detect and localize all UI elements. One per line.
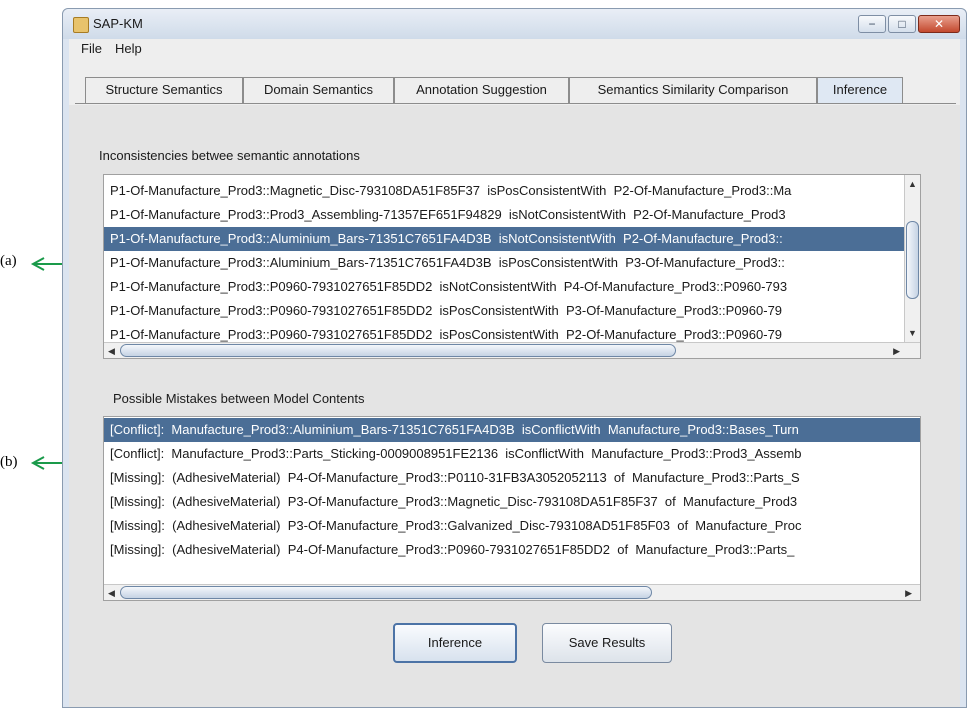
list-item[interactable]: P1-Of-Manufacture_Prod3::Magnetic_Disc-7…: [104, 179, 904, 203]
minimize-icon: −: [868, 17, 876, 31]
menu-help[interactable]: Help: [115, 41, 142, 56]
close-icon: ✕: [933, 17, 945, 31]
list-item[interactable]: P1-Of-Manufacture_Prod3::P0960-793102765…: [104, 275, 904, 299]
mistakes-horizontal-thumb[interactable]: [120, 586, 652, 599]
maximize-icon: □: [898, 17, 906, 31]
inference-button[interactable]: Inference: [393, 623, 517, 663]
scroll-left-icon[interactable]: ◀: [108, 344, 115, 358]
menu-bar: File Help: [69, 39, 960, 59]
list-item[interactable]: [Missing]: (AdhesiveMaterial) P4-Of-Manu…: [104, 538, 920, 562]
close-button[interactable]: ✕: [918, 15, 960, 33]
list-item[interactable]: P1-Of-Manufacture_Prod3::P0960-793102765…: [104, 299, 904, 323]
tab-semantics-similarity-comparison[interactable]: Semantics Similarity Comparison: [569, 77, 817, 103]
scroll-up-icon[interactable]: ▲: [908, 177, 917, 191]
tab-annotation-suggestion[interactable]: Annotation Suggestion: [394, 77, 569, 103]
list-item[interactable]: [Conflict]: Manufacture_Prod3::Aluminium…: [104, 418, 920, 442]
minimize-button[interactable]: −: [858, 15, 886, 33]
inconsistencies-vertical-thumb[interactable]: [906, 221, 919, 299]
inconsistencies-horizontal-scrollbar[interactable]: ◀ ▶: [104, 342, 920, 358]
list-item[interactable]: [Missing]: (AdhesiveMaterial) P3-Of-Manu…: [104, 490, 920, 514]
window-title: SAP-KM: [93, 16, 143, 31]
inference-panel: Inconsistencies betwee semantic annotati…: [69, 105, 960, 707]
scroll-down-icon[interactable]: ▼: [908, 326, 917, 340]
app-window: SAP-KM − □ ✕ File Help Structure Semanti…: [62, 8, 967, 708]
menu-file[interactable]: File: [81, 41, 102, 56]
save-results-button[interactable]: Save Results: [542, 623, 672, 663]
client-area: File Help Structure Semantics Domain Sem…: [69, 39, 960, 707]
list-item[interactable]: P1-Of-Manufacture_Prod3::Aluminium_Bars-…: [104, 227, 904, 251]
list-item[interactable]: P1-Of-Manufacture_Prod3::Prod3_Assemblin…: [104, 203, 904, 227]
list-item[interactable]: P1-Of-Manufacture_Prod3::Aluminium_Bars-…: [104, 251, 904, 275]
list-item[interactable]: [Missing]: (AdhesiveMaterial) P3-Of-Manu…: [104, 514, 920, 538]
mistakes-title: Possible Mistakes between Model Contents: [113, 391, 365, 406]
scroll-right-icon[interactable]: ▶: [893, 344, 900, 358]
maximize-button[interactable]: □: [888, 15, 916, 33]
scroll-left-icon[interactable]: ◀: [108, 586, 115, 600]
inconsistencies-title: Inconsistencies betwee semantic annotati…: [99, 148, 360, 163]
mistakes-horizontal-scrollbar[interactable]: ◀ ▶: [104, 584, 920, 600]
tab-divider: [75, 103, 956, 104]
inconsistencies-horizontal-thumb[interactable]: [120, 344, 676, 357]
java-app-icon: [73, 17, 89, 33]
inconsistencies-vertical-scrollbar[interactable]: ▲ ▼: [904, 175, 920, 342]
inconsistencies-list[interactable]: P1-Of-Manufacture_Prod3::Magnetic_Disc-7…: [103, 174, 921, 359]
tab-structure-semantics[interactable]: Structure Semantics: [85, 77, 243, 103]
list-item[interactable]: [Missing]: (AdhesiveMaterial) P4-Of-Manu…: [104, 466, 920, 490]
list-item[interactable]: [Conflict]: Manufacture_Prod3::Parts_Sti…: [104, 442, 920, 466]
tab-domain-semantics[interactable]: Domain Semantics: [243, 77, 394, 103]
tab-inference[interactable]: Inference: [817, 77, 903, 103]
mistakes-list[interactable]: [Conflict]: Manufacture_Prod3::Aluminium…: [103, 416, 921, 601]
scroll-right-icon[interactable]: ▶: [905, 586, 912, 600]
title-bar[interactable]: SAP-KM − □ ✕: [63, 9, 966, 39]
